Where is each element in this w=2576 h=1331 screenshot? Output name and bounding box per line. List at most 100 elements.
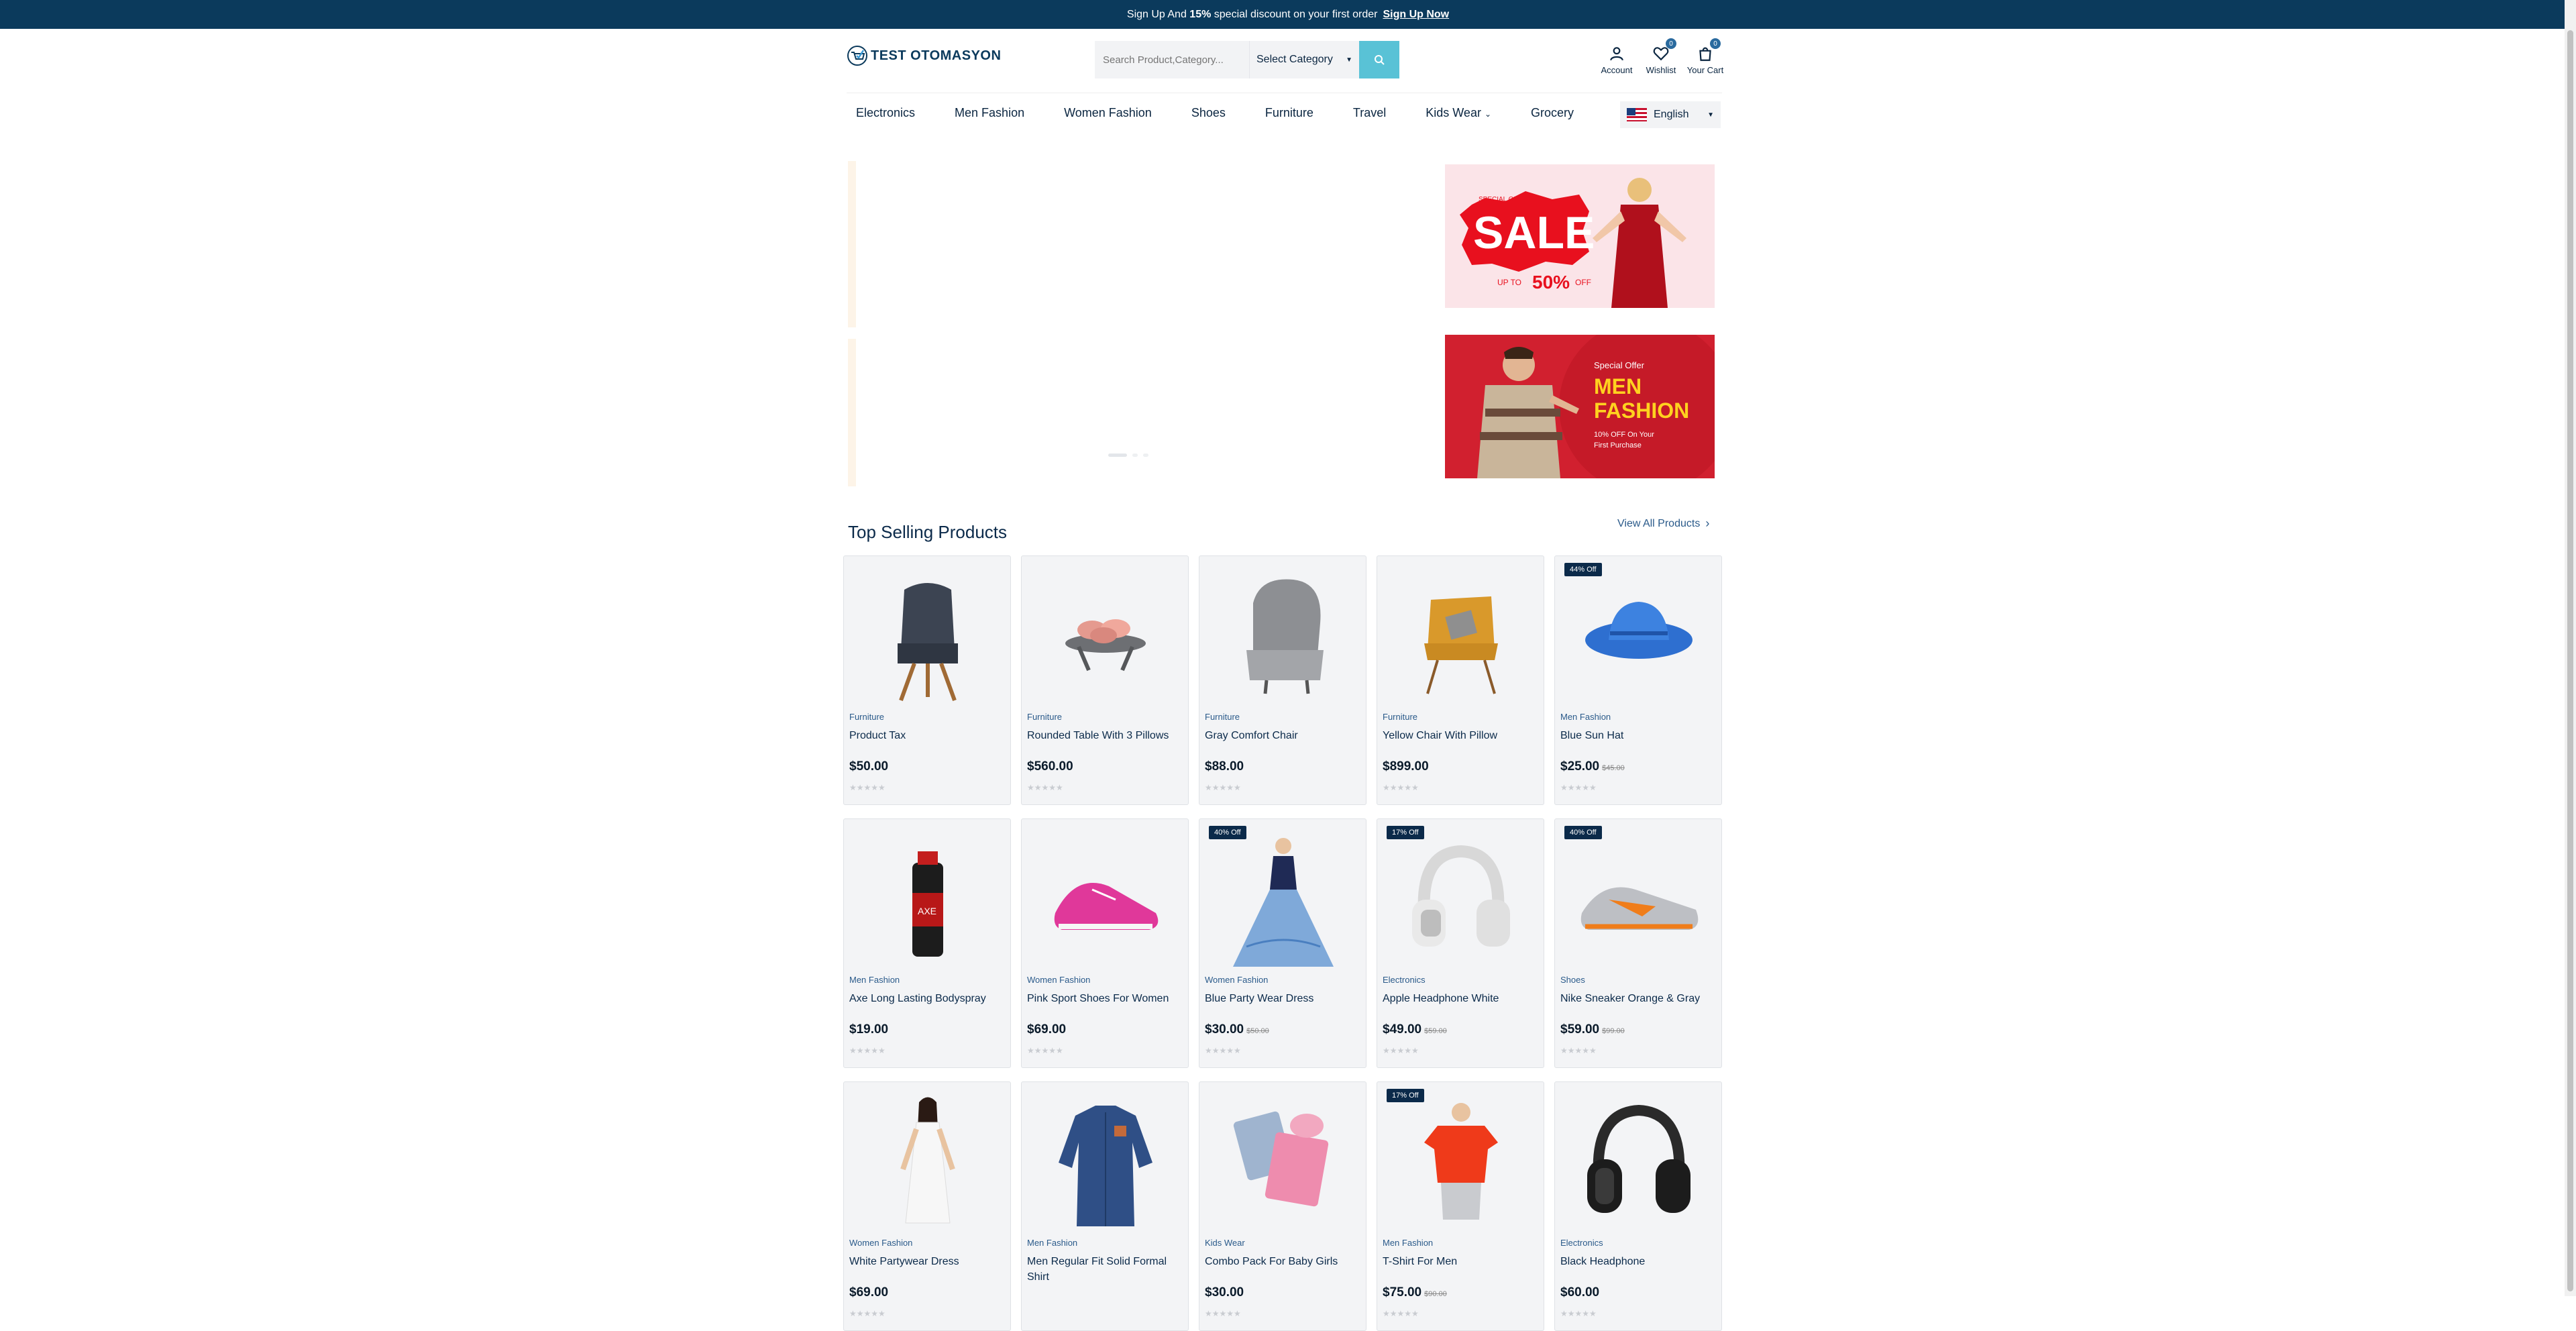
product-image[interactable]: [1384, 563, 1538, 707]
product-image[interactable]: [1028, 826, 1183, 970]
search-input[interactable]: [1095, 41, 1249, 78]
product-category[interactable]: Men Fashion: [1383, 1238, 1433, 1248]
product-name[interactable]: Blue Party Wear Dress: [1205, 991, 1359, 1006]
product-image[interactable]: [1384, 1089, 1538, 1233]
product-price: $50.00: [849, 759, 889, 774]
sale-banner[interactable]: SPECIAL OFFER SALE UP TO 50% OFF: [1445, 164, 1715, 308]
product-category[interactable]: Shoes: [1560, 975, 1585, 985]
product-category[interactable]: Women Fashion: [849, 1238, 912, 1248]
product-price-group: $25.00 $45.00: [1560, 759, 1625, 774]
scrollbar-thumb[interactable]: [2567, 30, 2573, 1291]
product-name[interactable]: Combo Pack For Baby Girls: [1205, 1254, 1359, 1269]
product-image[interactable]: [1562, 1089, 1716, 1233]
product-name[interactable]: T-Shirt For Men: [1383, 1254, 1537, 1269]
product-image[interactable]: [1206, 1089, 1360, 1233]
product-category[interactable]: Furniture: [1205, 712, 1240, 722]
rating-stars: ★★★★★: [1560, 783, 1597, 792]
product-card[interactable]: 17% Off Electronics Apple Headphone White $…: [1377, 818, 1544, 1068]
product-category[interactable]: Women Fashion: [1205, 975, 1268, 985]
product-name[interactable]: Men Regular Fit Solid Formal Shirt: [1027, 1254, 1181, 1285]
rating-stars: ★★★★★: [1383, 1046, 1419, 1055]
product-price-group: $59.00 $99.00: [1560, 1022, 1625, 1037]
product-name[interactable]: Product Tax: [849, 728, 1004, 743]
product-image[interactable]: [1562, 563, 1716, 707]
product-category[interactable]: Electronics: [1560, 1238, 1603, 1248]
product-image-graphic: [1065, 619, 1146, 672]
nav-item-grocery[interactable]: Grocery: [1521, 106, 1583, 120]
logo[interactable]: TEST OTOMASYON: [847, 41, 1001, 70]
product-card[interactable]: Kids Wear Combo Pack For Baby Girls $30.00…: [1199, 1081, 1366, 1331]
product-image[interactable]: [1562, 826, 1716, 970]
nav-item-furniture[interactable]: Furniture: [1256, 106, 1323, 120]
slider-dot[interactable]: [1108, 454, 1127, 457]
product-card[interactable]: Women Fashion White Partywear Dress $69.00…: [843, 1081, 1011, 1331]
product-category[interactable]: Furniture: [849, 712, 884, 722]
product-price: $19.00: [849, 1022, 889, 1036]
product-card[interactable]: Electronics Black Headphone $60.00 ★★★★★: [1554, 1081, 1722, 1331]
product-category[interactable]: Men Fashion: [1027, 1238, 1077, 1248]
product-card[interactable]: 44% Off Men Fashion Blue Sun Hat $25.00 $45.…: [1554, 555, 1722, 805]
product-card[interactable]: Men Fashion Men Regular Fit Solid Formal …: [1021, 1081, 1189, 1331]
us-flag-icon: [1627, 108, 1647, 121]
product-image[interactable]: AXE: [851, 826, 1005, 970]
product-price-group: $69.00: [1027, 1022, 1066, 1037]
category-select[interactable]: Select Category ▼: [1249, 41, 1359, 78]
cart-button[interactable]: 0 Your Cart: [1683, 38, 1727, 75]
product-name[interactable]: Nike Sneaker Orange & Gray: [1560, 991, 1715, 1006]
product-card[interactable]: Furniture Yellow Chair With Pillow $899.00…: [1377, 555, 1544, 805]
product-card[interactable]: AXE Men Fashion Axe Long Lasting Bodyspray…: [843, 818, 1011, 1068]
language-select[interactable]: English ▼: [1620, 101, 1721, 128]
product-category[interactable]: Electronics: [1383, 975, 1426, 985]
product-category[interactable]: Men Fashion: [849, 975, 900, 985]
product-card[interactable]: Furniture Product Tax $50.00 ★★★★★: [843, 555, 1011, 805]
product-card[interactable]: 40% Off Shoes Nike Sneaker Orange & Gray $5…: [1554, 818, 1722, 1068]
product-card[interactable]: Furniture Rounded Table With 3 Pillows $56…: [1021, 555, 1189, 805]
product-category[interactable]: Women Fashion: [1027, 975, 1090, 985]
product-category[interactable]: Men Fashion: [1560, 712, 1611, 722]
product-name[interactable]: Gray Comfort Chair: [1205, 728, 1359, 743]
slider-dot[interactable]: [1143, 454, 1148, 457]
product-image[interactable]: [1206, 563, 1360, 707]
product-image-graphic: [1054, 883, 1159, 930]
product-image[interactable]: [1028, 1089, 1183, 1233]
product-card[interactable]: 40% Off Women Fashion Blue Party Wear Dres…: [1199, 818, 1366, 1068]
product-name[interactable]: Rounded Table With 3 Pillows: [1027, 728, 1181, 743]
product-name[interactable]: Apple Headphone White: [1383, 991, 1537, 1006]
product-name[interactable]: Pink Sport Shoes For Women: [1027, 991, 1181, 1006]
slider-dot[interactable]: [1132, 454, 1138, 457]
product-category[interactable]: Furniture: [1027, 712, 1062, 722]
men-fashion-banner[interactable]: Special Offer MEN FASHION 10% OFF On You…: [1445, 335, 1715, 478]
account-button[interactable]: Account: [1595, 38, 1639, 75]
announcement-prefix: Sign Up And: [1126, 8, 1187, 20]
search-button[interactable]: [1359, 41, 1399, 78]
product-card[interactable]: Furniture Gray Comfort Chair $88.00 ★★★★★: [1199, 555, 1366, 805]
nav-item-women-fashion[interactable]: Women Fashion: [1055, 106, 1161, 120]
nav-item-travel[interactable]: Travel: [1344, 106, 1395, 120]
product-name[interactable]: Blue Sun Hat: [1560, 728, 1715, 743]
chevron-down-icon: ⌄: [1484, 109, 1492, 119]
product-image[interactable]: [1384, 826, 1538, 970]
product-category[interactable]: Kids Wear: [1205, 1238, 1245, 1248]
product-card[interactable]: 17% Off Men Fashion T-Shirt For Men $75.00 $…: [1377, 1081, 1544, 1331]
rating-stars: ★★★★★: [1383, 783, 1419, 792]
hero-slider[interactable]: [847, 161, 1437, 486]
view-all-products-link[interactable]: View All Products ›: [1617, 517, 1709, 531]
product-card[interactable]: Women Fashion Pink Sport Shoes For Women $…: [1021, 818, 1189, 1068]
nav-item-men-fashion[interactable]: Men Fashion: [945, 106, 1034, 120]
nav-item-shoes[interactable]: Shoes: [1182, 106, 1235, 120]
wishlist-button[interactable]: 0 Wishlist: [1639, 38, 1683, 75]
product-image[interactable]: [851, 1089, 1005, 1233]
product-image[interactable]: [1206, 826, 1360, 970]
product-category[interactable]: Furniture: [1383, 712, 1417, 722]
product-name[interactable]: Black Headphone: [1560, 1254, 1715, 1269]
product-image[interactable]: [1028, 563, 1183, 707]
nav-item-kids-wear[interactable]: Kids Wear ⌄: [1416, 106, 1501, 120]
product-name[interactable]: Yellow Chair With Pillow: [1383, 728, 1537, 743]
sign-up-link[interactable]: Sign Up Now: [1383, 9, 1449, 21]
nav-item-electronics[interactable]: Electronics: [847, 106, 924, 120]
product-price: $75.00: [1383, 1285, 1422, 1299]
product-name[interactable]: White Partywear Dress: [849, 1254, 1004, 1269]
product-name[interactable]: Axe Long Lasting Bodyspray: [849, 991, 1004, 1006]
chevron-right-icon: ›: [1705, 517, 1710, 530]
product-image[interactable]: [851, 563, 1005, 707]
